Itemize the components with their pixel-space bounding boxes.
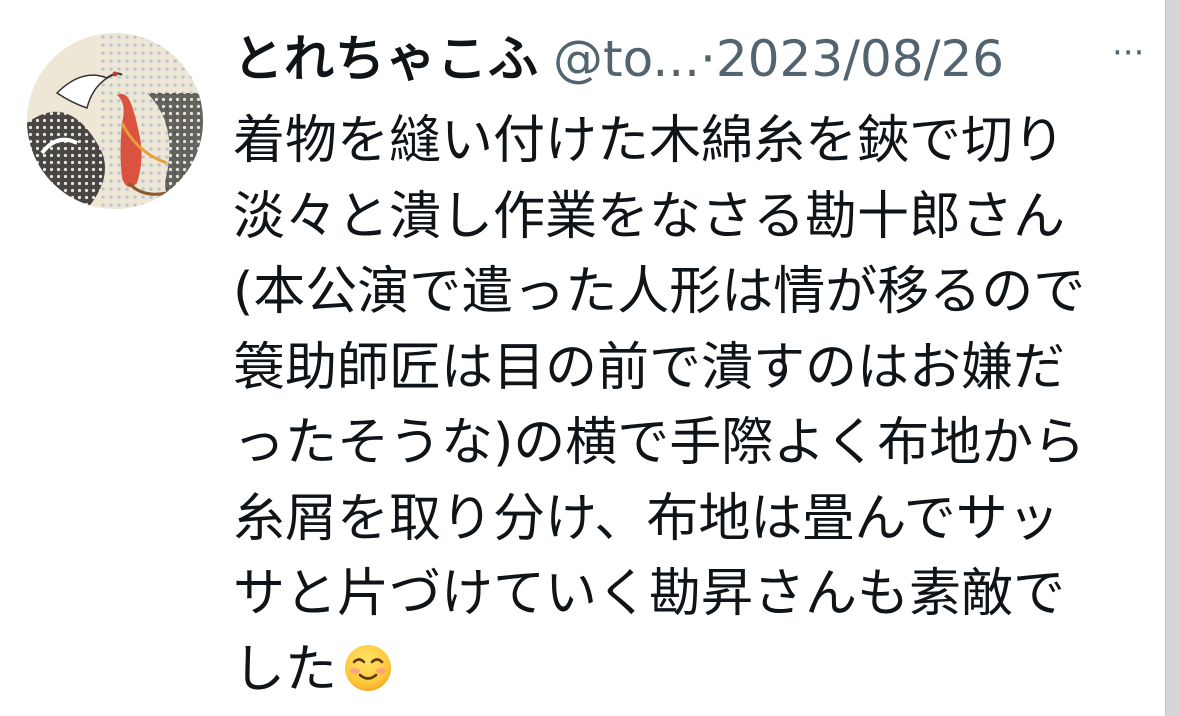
- tweet-text-line: 糸屑を取り分け、布地は畳んでサッ: [233, 488, 1060, 549]
- tweet-text-line: 着物を縫い付けた木綿糸を鋏で切り: [233, 111, 1066, 171]
- more-options-icon[interactable]: ···: [1112, 28, 1144, 78]
- tweet-text-line: 淡々と潰し作業をなさる勘十郎さん: [233, 186, 1066, 247]
- kimono-crane-avatar-icon: [27, 33, 203, 209]
- tweet-text-line: した: [233, 639, 338, 700]
- tweet-date[interactable]: 2023/08/26: [716, 30, 1004, 88]
- tweet-text-line: ったそうな)の横で手際よく布地から: [233, 413, 1086, 473]
- tweet-text-last-line: した: [233, 633, 1148, 709]
- tweet-text: 着物を縫い付けた木綿糸を鋏で切り 淡々と潰し作業をなさる勘十郎さん (本公演で遣…: [233, 104, 1148, 708]
- smiling-face-emoji-icon: [345, 644, 392, 691]
- tweet-header: とれちゃこふ @to...·2023/08/26: [233, 26, 1148, 92]
- scrollbar[interactable]: [1165, 0, 1179, 716]
- tweet-text-line: サと片づけていく勘昇さんも素敵で: [233, 564, 1066, 624]
- tweet[interactable]: とれちゃこふ @to...·2023/08/26 ··· 着物を縫い付けた木綿糸を…: [0, 0, 1160, 716]
- avatar[interactable]: [27, 33, 203, 209]
- separator-dot: ·: [700, 30, 716, 88]
- tweet-text-line: (本公演で遣った人形は情が移るので: [233, 262, 1086, 322]
- tweet-text-line: 簑助師匠は目の前で潰すのはお嫌だ: [233, 337, 1066, 398]
- display-name[interactable]: とれちゃこふ: [233, 30, 539, 88]
- user-handle[interactable]: @to...: [553, 30, 700, 88]
